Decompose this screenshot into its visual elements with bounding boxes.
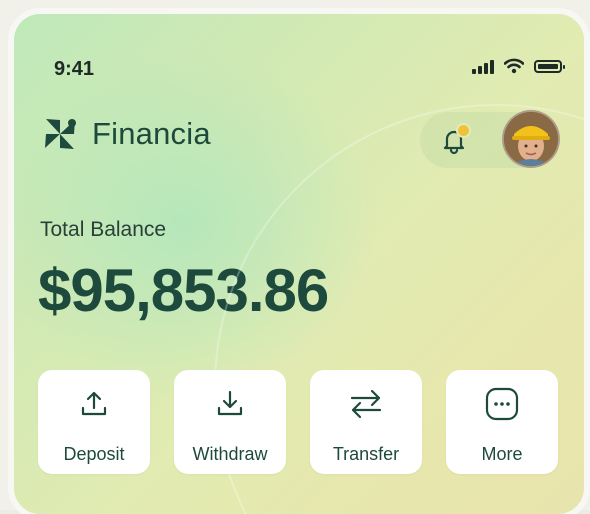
transfer-arrows-icon [348,386,384,422]
logo-icon [45,119,76,149]
deposit-button[interactable]: Deposit [38,370,150,474]
avatar-image [504,112,558,166]
avatar[interactable] [502,110,560,168]
more-dots-icon [484,386,520,422]
more-label: More [481,444,523,464]
brand-name: Financia [92,116,211,151]
deposit-label: Deposit [63,444,125,464]
signal-icon [472,58,494,74]
withdraw-button[interactable]: Withdraw [174,370,286,474]
header-actions [420,110,560,168]
notification-dot [456,123,471,138]
brand: Financia [40,114,211,154]
more-button[interactable]: More [446,370,558,474]
status-icons [472,58,565,74]
status-time: 9:41 [54,58,95,80]
app-frame: 9:41 Financia Total Balance $95,853.86 D… [0,0,590,514]
transfer-button[interactable]: Transfer [310,370,422,474]
battery-icon [534,59,565,73]
balance-card: 9:41 Financia Total Balance $95,853.86 D… [14,14,584,514]
withdraw-label: Withdraw [192,444,268,464]
wifi-icon [504,58,524,74]
balance-amount: $95,853.86 [38,257,329,324]
transfer-label: Transfer [332,444,400,464]
balance-label: Total Balance [40,218,167,241]
quick-actions: Deposit Withdraw Transfer More [38,370,558,474]
download-icon [212,386,248,422]
upload-icon [76,386,112,422]
bell-icon[interactable] [438,124,470,156]
